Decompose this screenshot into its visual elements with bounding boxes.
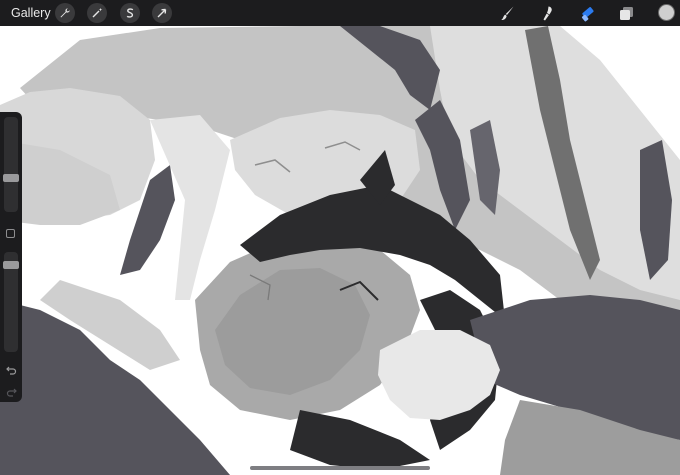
brush-icon[interactable]: [497, 3, 517, 23]
layers-icon[interactable]: [616, 3, 636, 23]
selection-s-icon[interactable]: [120, 3, 140, 23]
drawing-canvas[interactable]: [0, 0, 680, 475]
wrench-icon[interactable]: [55, 3, 75, 23]
modify-square-button[interactable]: [6, 229, 15, 238]
home-indicator: [250, 466, 430, 470]
top-toolbar: Gallery: [0, 0, 680, 26]
brush-size-slider[interactable]: [3, 117, 19, 212]
opacity-slider[interactable]: [3, 252, 19, 352]
left-sidebar: [0, 112, 22, 402]
redo-icon[interactable]: [4, 384, 18, 398]
undo-icon[interactable]: [4, 362, 18, 376]
color-swatch[interactable]: [658, 4, 675, 21]
arrow-cursor-icon[interactable]: [152, 3, 172, 23]
opacity-thumb[interactable]: [3, 261, 19, 270]
gallery-button[interactable]: Gallery: [11, 6, 51, 20]
magic-wand-icon[interactable]: [87, 3, 107, 23]
smudge-icon[interactable]: [537, 3, 557, 23]
brush-size-thumb[interactable]: [3, 173, 19, 182]
eraser-icon[interactable]: [577, 3, 597, 23]
